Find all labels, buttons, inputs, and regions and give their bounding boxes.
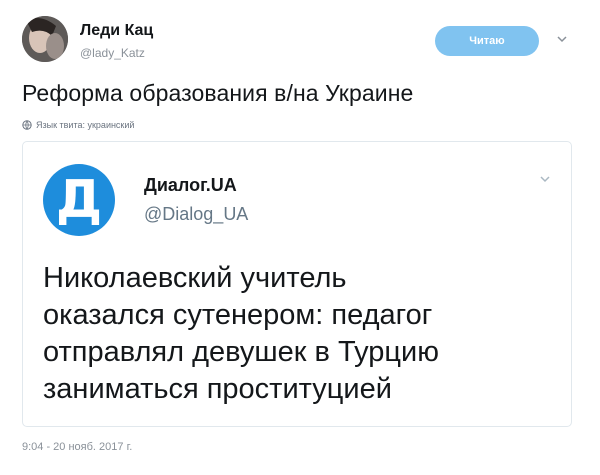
quoted-text-line: Николаевский учитель bbox=[43, 262, 347, 294]
tweet-timestamp[interactable]: 9:04 - 20 нояб. 2017 г. bbox=[22, 441, 132, 453]
chevron-down-icon[interactable] bbox=[538, 172, 552, 186]
quoted-author-name[interactable]: Диалог.UA bbox=[144, 175, 237, 196]
avatar-photo bbox=[22, 16, 68, 62]
following-button[interactable]: Читаю bbox=[435, 26, 539, 56]
author-handle[interactable]: @lady_Katz bbox=[80, 46, 145, 60]
quoted-text-line: оказался сутенером: педагог bbox=[43, 299, 433, 331]
avatar[interactable] bbox=[22, 16, 68, 62]
globe-icon bbox=[22, 120, 32, 130]
quoted-text-line: отправлял девушек в Турцию bbox=[43, 336, 439, 368]
author-name[interactable]: Леди Кац bbox=[80, 22, 153, 40]
quoted-tweet-card[interactable]: Д Диалог.UA @Dialog_UA Николаевский учит… bbox=[22, 141, 572, 427]
quoted-author-handle[interactable]: @Dialog_UA bbox=[144, 204, 248, 225]
quoted-tweet-text: Николаевский учитель оказался сутенером:… bbox=[43, 260, 553, 408]
chevron-down-icon[interactable] bbox=[555, 32, 569, 46]
tweet-header: Леди Кац @lady_Katz Читаю bbox=[22, 10, 578, 68]
language-label: Язык твита: украинский bbox=[36, 120, 135, 130]
dialog-ua-logo[interactable]: Д bbox=[43, 164, 115, 236]
tweet-language-note: Язык твита: украинский bbox=[22, 120, 134, 130]
tweet-text: Реформа образования в/на Украине bbox=[22, 80, 414, 106]
quoted-text-line: заниматься проституцией bbox=[43, 373, 392, 405]
